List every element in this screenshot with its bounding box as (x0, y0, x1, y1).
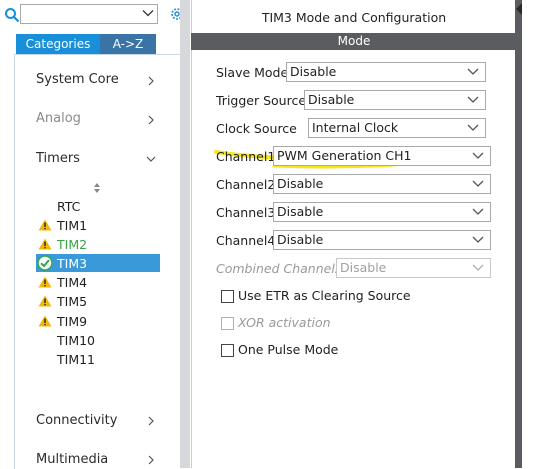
mode-section-header[interactable]: Mode (191, 33, 517, 50)
chevron-down-icon[interactable] (146, 152, 156, 162)
channel4-select[interactable]: Disable (273, 230, 491, 250)
chevron-down-icon (472, 264, 484, 271)
timer-item-rtc[interactable]: RTC (57, 199, 80, 214)
category-connectivity[interactable]: Connectivity (36, 413, 117, 428)
category-system-core[interactable]: System Core (36, 72, 119, 87)
search-icon[interactable] (4, 7, 20, 23)
channel3-label: Channel3 (216, 205, 276, 220)
chevron-right-icon[interactable] (146, 414, 156, 426)
trigger-source-select[interactable]: Disable (304, 90, 486, 110)
timer-item-tim3[interactable]: TIM3 (57, 256, 87, 271)
clock-source-select[interactable]: Internal Clock (308, 118, 486, 138)
category-timers[interactable]: Timers (36, 151, 80, 166)
channel4-value: Disable (277, 232, 324, 247)
combined-channels-value: Disable (340, 260, 387, 275)
timer-item-tim9[interactable]: TIM9 (57, 314, 87, 329)
timer-item-tim4[interactable]: TIM4 (57, 275, 87, 290)
timer-item-tim1[interactable]: TIM1 (57, 218, 87, 233)
channel3-value: Disable (277, 204, 324, 219)
trigger-source-label: Trigger Source (216, 93, 307, 108)
channel1-value: PWM Generation CH1 (277, 148, 412, 163)
channel4-label: Channel4 (216, 233, 276, 248)
warning-icon (38, 238, 52, 250)
chevron-right-icon[interactable] (146, 74, 156, 86)
warning-icon (38, 276, 52, 288)
one-pulse-mode-checkbox[interactable] (221, 344, 234, 357)
channel2-value: Disable (277, 176, 324, 191)
category-multimedia[interactable]: Multimedia (36, 452, 108, 467)
slave-mode-select[interactable]: Disable (286, 62, 486, 82)
chevron-down-icon (467, 124, 479, 131)
warning-icon (38, 315, 52, 327)
xor-activation-checkbox[interactable] (221, 317, 234, 330)
trigger-source-value: Disable (308, 92, 355, 107)
right-scrollbar[interactable] (515, 0, 522, 468)
check-circle-icon (37, 255, 53, 271)
chevron-right-icon[interactable] (146, 453, 156, 465)
combined-channels-select[interactable]: Disable (336, 258, 491, 278)
selected-row-highlight (36, 254, 160, 272)
clock-source-value: Internal Clock (312, 120, 399, 135)
panel-title: TIM3 Mode and Configuration (261, 10, 447, 25)
xor-activation-label[interactable]: XOR activation (238, 315, 331, 330)
use-etr-checkbox[interactable] (221, 290, 234, 303)
chevron-down-icon (472, 152, 484, 159)
chevron-down-icon (467, 96, 479, 103)
channel2-select[interactable]: Disable (273, 174, 491, 194)
channel3-select[interactable]: Disable (273, 202, 491, 222)
slave-mode-value: Disable (290, 64, 337, 79)
warning-icon (38, 219, 52, 231)
search-input[interactable] (20, 4, 158, 24)
channel1-select[interactable]: PWM Generation CH1 (273, 146, 491, 166)
chevron-right-icon[interactable] (146, 113, 156, 125)
slave-mode-label: Slave Mode (216, 65, 289, 80)
chevron-down-icon[interactable] (142, 7, 154, 19)
one-pulse-mode-label[interactable]: One Pulse Mode (238, 342, 338, 357)
sort-icon[interactable] (92, 182, 102, 194)
caret-left-icon[interactable] (515, 2, 523, 16)
chevron-down-icon (472, 208, 484, 215)
clock-source-label: Clock Source (216, 121, 297, 136)
timer-item-tim10[interactable]: TIM10 (57, 333, 95, 348)
timer-item-tim5[interactable]: TIM5 (57, 294, 87, 309)
warning-icon (38, 295, 52, 307)
right-gutter (517, 0, 554, 468)
timer-item-tim2[interactable]: TIM2 (57, 237, 87, 252)
chevron-down-icon (472, 236, 484, 243)
tab-a-to-z[interactable]: A->Z (100, 34, 156, 54)
chevron-down-icon (472, 180, 484, 187)
channel2-label: Channel2 (216, 177, 276, 192)
use-etr-label[interactable]: Use ETR as Clearing Source (238, 288, 411, 303)
category-analog[interactable]: Analog (36, 111, 81, 126)
channel1-label: Channel1 (216, 149, 276, 164)
combined-channels-label: Combined Channels (216, 261, 342, 276)
tab-categories[interactable]: Categories (16, 34, 100, 54)
chevron-down-icon (467, 68, 479, 75)
left-scrollbar[interactable] (180, 0, 190, 468)
timer-item-tim11[interactable]: TIM11 (57, 352, 95, 367)
